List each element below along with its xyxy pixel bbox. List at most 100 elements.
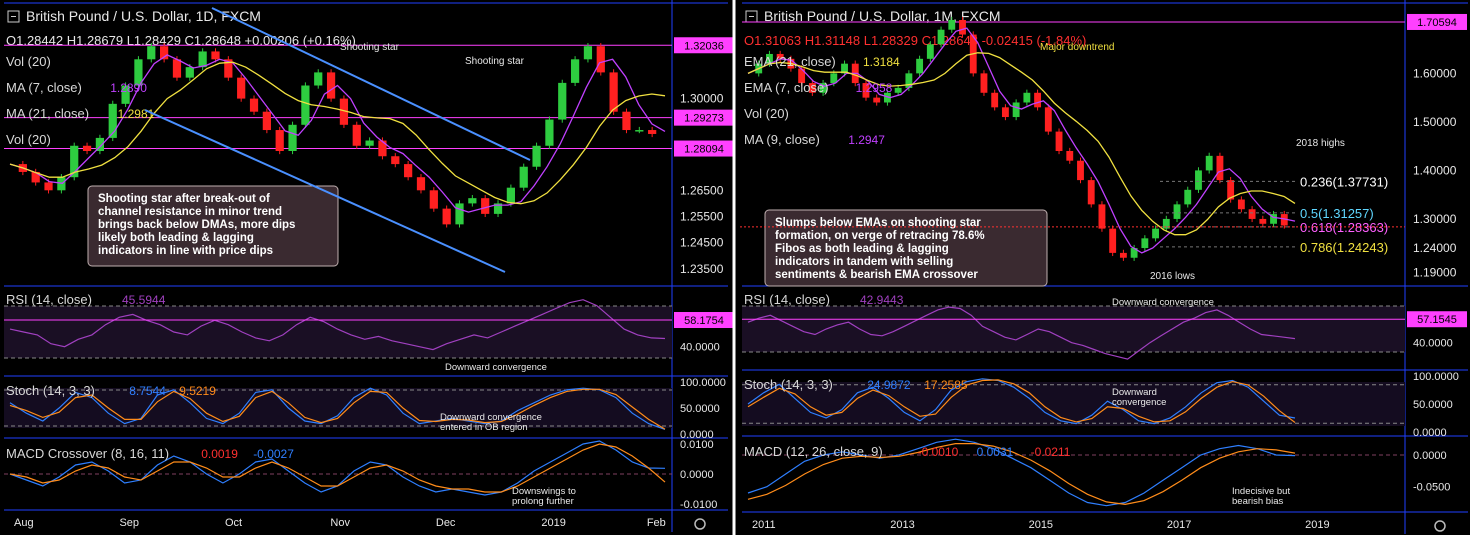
candle-body (1141, 238, 1149, 249)
macd-y-tick: 0.0000 (1413, 450, 1447, 462)
candle-body (391, 156, 400, 165)
candle-body (82, 145, 92, 151)
candle-body (1001, 107, 1009, 118)
stoch-y-tick: 0.0000 (1413, 427, 1447, 439)
rsi-value: 45.5944 (122, 293, 166, 307)
stoch-y-tick: 100.0000 (680, 377, 726, 389)
candle-body (1034, 92, 1042, 108)
candle-body (1066, 151, 1074, 161)
candle-body (198, 51, 207, 68)
candle-body (185, 67, 194, 78)
x-tick-label: Oct (225, 517, 242, 529)
chart-title: British Pound / U.S. Dollar, 1D, FXCM (26, 8, 261, 24)
candle-body (1023, 92, 1031, 103)
legend-label: EMA (7, close) (744, 80, 829, 95)
macd-label: MACD (12, 26, close, 9) (744, 444, 883, 459)
candle-body (873, 97, 881, 103)
candle-body (609, 72, 618, 112)
y-tick-label: 1.40000 (1413, 163, 1457, 177)
stoch-k-value: 24.9872 (867, 378, 911, 392)
legend-label: Vol (20) (744, 106, 789, 121)
candle-body (301, 85, 310, 125)
x-tick-label: 2015 (1029, 519, 1053, 531)
ohlc-readout: O1.31063 H1.31148 L1.28329 C1.28648 -0.0… (744, 33, 1086, 48)
candle-body (147, 46, 156, 60)
fib-level-label: 0.5(1.31257) (1300, 206, 1374, 221)
candle-body (211, 51, 220, 60)
annotation-label: Major downtrend (1040, 42, 1114, 53)
legend-label: MA (9, close) (744, 132, 820, 147)
legend-label: EMA (21, close) (744, 54, 836, 69)
rsi-tag: 58.1754 (684, 315, 724, 327)
macd-value: -0.0010 (918, 445, 959, 459)
candle-body (926, 44, 934, 59)
macd-y-tick: -0.0100 (680, 499, 717, 511)
legend-value: 1.2958 (856, 81, 893, 95)
stoch-band (742, 382, 1405, 426)
candle-body (596, 46, 605, 73)
analysis-note-text: Shooting star after break-out of channel … (98, 193, 295, 257)
y-tick-label: 1.24000 (1413, 241, 1457, 255)
candle-body (545, 119, 554, 146)
price-tag: 1.70594 (1417, 17, 1457, 29)
y-tick-label: 1.19000 (1413, 265, 1457, 279)
rsi-value: 42.9443 (860, 293, 904, 307)
candle-body (237, 77, 246, 99)
candle-body (1216, 155, 1224, 181)
y-tick-label: 1.50000 (1413, 115, 1457, 129)
legend-label: MA (21, close) (6, 106, 89, 121)
candle-body (275, 130, 284, 151)
candle-body (1195, 170, 1202, 190)
price-tag: 1.29273 (684, 113, 724, 125)
x-tick-label: Aug (14, 517, 34, 529)
price-tag: 1.32036 (684, 40, 724, 52)
candle-body (959, 20, 966, 35)
candle-body (506, 187, 515, 204)
legend-value: 1.2947 (848, 133, 885, 147)
annotation-label: Shooting star (340, 42, 400, 53)
annotation-label: Downward convergence entered in OB region (440, 412, 542, 433)
candle-body (1248, 209, 1256, 219)
candle-body (916, 58, 924, 74)
annotation-label: 2016 lows (1150, 271, 1195, 282)
rsi-y-tick: 40.0000 (680, 342, 720, 354)
candle-body (635, 130, 644, 132)
candle-body (1055, 131, 1063, 151)
legend-label: MA (7, close) (6, 80, 82, 95)
stoch-d-value: 17.2585 (924, 378, 968, 392)
rsi-label: RSI (14, close) (6, 292, 92, 307)
annotation-label: 2018 highs (1296, 138, 1345, 149)
rsi-band (742, 306, 1405, 352)
stoch-band (4, 388, 672, 428)
candle-body (558, 82, 567, 120)
candle-body (249, 98, 259, 112)
y-tick-label: 1.60000 (1413, 66, 1457, 80)
stoch-d-value: 9.5219 (179, 384, 216, 398)
candle-body (404, 164, 413, 178)
candle-body (570, 59, 580, 83)
macd-y-tick: 0.0100 (680, 439, 714, 451)
candle-body (429, 190, 438, 209)
candle-body (326, 72, 336, 99)
legend-label: Vol (20) (6, 54, 51, 69)
rsi-band (4, 306, 672, 358)
candle-body (468, 198, 477, 204)
candle-body (352, 124, 361, 146)
annotation-label: Downward convergence (1112, 297, 1214, 308)
candle-body (365, 140, 374, 146)
candle-body (1012, 102, 1020, 118)
candle-body (894, 87, 902, 93)
macd-signal-value: -0.0027 (253, 447, 294, 461)
candle-body (1184, 189, 1192, 205)
candle-body (991, 92, 999, 108)
candle-body (442, 208, 451, 225)
macd-value: 0.0019 (201, 447, 238, 461)
x-tick-label: 2019 (1305, 519, 1329, 531)
y-tick-label: 1.30000 (680, 92, 724, 106)
candle-body (980, 73, 988, 93)
candle-body (314, 72, 323, 86)
rsi-tag: 57.1545 (1417, 314, 1457, 326)
candle-body (583, 46, 593, 60)
candle-body (262, 111, 271, 131)
candle-body (1119, 252, 1127, 258)
